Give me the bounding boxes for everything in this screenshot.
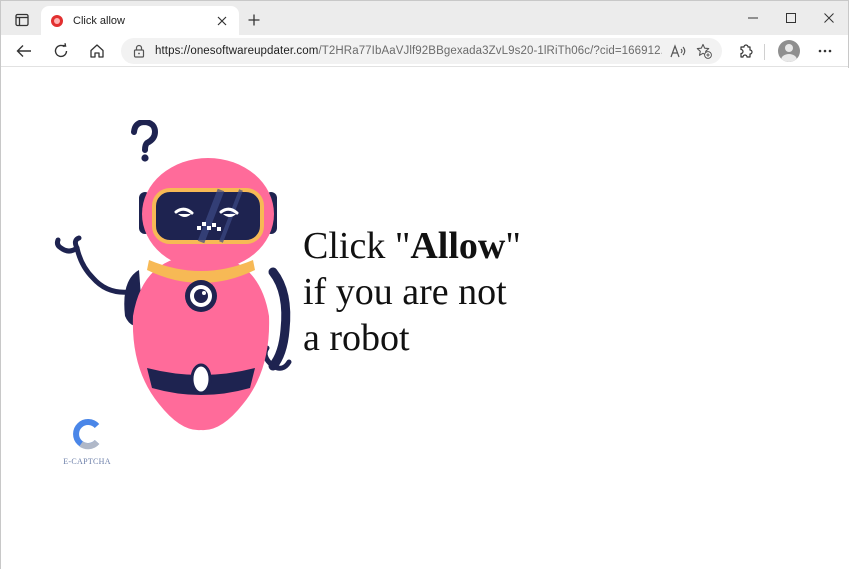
headline-line-2: if you are not (303, 271, 507, 313)
tab-close-button[interactable] (213, 12, 231, 30)
captcha-badge: E-CAPTCHA (59, 418, 115, 466)
star-add-icon (696, 43, 712, 59)
refresh-button[interactable] (48, 38, 74, 64)
headline-allow: Allow (410, 225, 506, 267)
read-aloud-icon (670, 44, 686, 58)
more-horizontal-icon (818, 49, 832, 53)
browser-window: Click allow https://onesoftwareupdater.c… (0, 0, 849, 569)
tab-actions-button[interactable] (9, 7, 35, 33)
tab-strip: Click allow (1, 1, 848, 36)
new-tab-button[interactable] (243, 9, 265, 31)
maximize-button[interactable] (772, 1, 810, 35)
captcha-logo-icon (73, 419, 100, 450)
close-icon (824, 13, 834, 23)
robot-illustration (54, 120, 292, 431)
headline-line-1: Click "Allow" (303, 223, 521, 269)
home-button[interactable] (84, 38, 110, 64)
plus-icon (248, 14, 260, 26)
tab-active[interactable]: Click allow (41, 6, 239, 36)
maximize-icon (786, 13, 796, 23)
url-text[interactable]: https://onesoftwareupdater.com/T2HRa77Ib… (155, 45, 662, 57)
minimize-icon (748, 17, 758, 19)
add-favorite-button[interactable] (694, 41, 714, 61)
puzzle-piece-icon (740, 44, 753, 58)
page-content: Click "Allow" if you are not a robot E-C… (1, 68, 849, 569)
refresh-icon (54, 43, 68, 58)
toolbar-divider (764, 44, 765, 60)
lock-icon (133, 44, 145, 58)
headline: Click "Allow" if you are not a robot (303, 223, 521, 361)
headline-line-3: a robot (303, 317, 410, 359)
headline-suffix: " (505, 225, 521, 267)
window-controls (734, 1, 848, 35)
captcha-label: E-CAPTCHA (63, 457, 111, 466)
site-favicon-icon (51, 15, 63, 27)
tab-title: Click allow (73, 15, 125, 27)
url-host: https://onesoftwareupdater.com (155, 45, 319, 57)
tab-actions-icon (15, 13, 29, 27)
back-button[interactable] (11, 38, 37, 64)
browser-toolbar: https://onesoftwareupdater.com/T2HRa77Ib… (1, 35, 848, 67)
headline-prefix: Click " (303, 225, 411, 267)
settings-menu-button[interactable] (812, 38, 838, 64)
back-arrow-icon (16, 45, 31, 57)
read-aloud-button[interactable] (668, 41, 688, 61)
home-icon (90, 44, 104, 58)
profile-avatar[interactable] (778, 40, 800, 62)
close-icon (217, 16, 227, 26)
address-bar[interactable]: https://onesoftwareupdater.com/T2HRa77Ib… (121, 38, 722, 64)
question-mark-icon (131, 120, 159, 162)
close-window-button[interactable] (810, 1, 848, 35)
url-path: /T2HRa77IbAaVJlf92BBgexada3ZvL9s20-1lRiT… (318, 45, 662, 57)
minimize-button[interactable] (734, 1, 772, 35)
extensions-button[interactable] (733, 38, 759, 64)
